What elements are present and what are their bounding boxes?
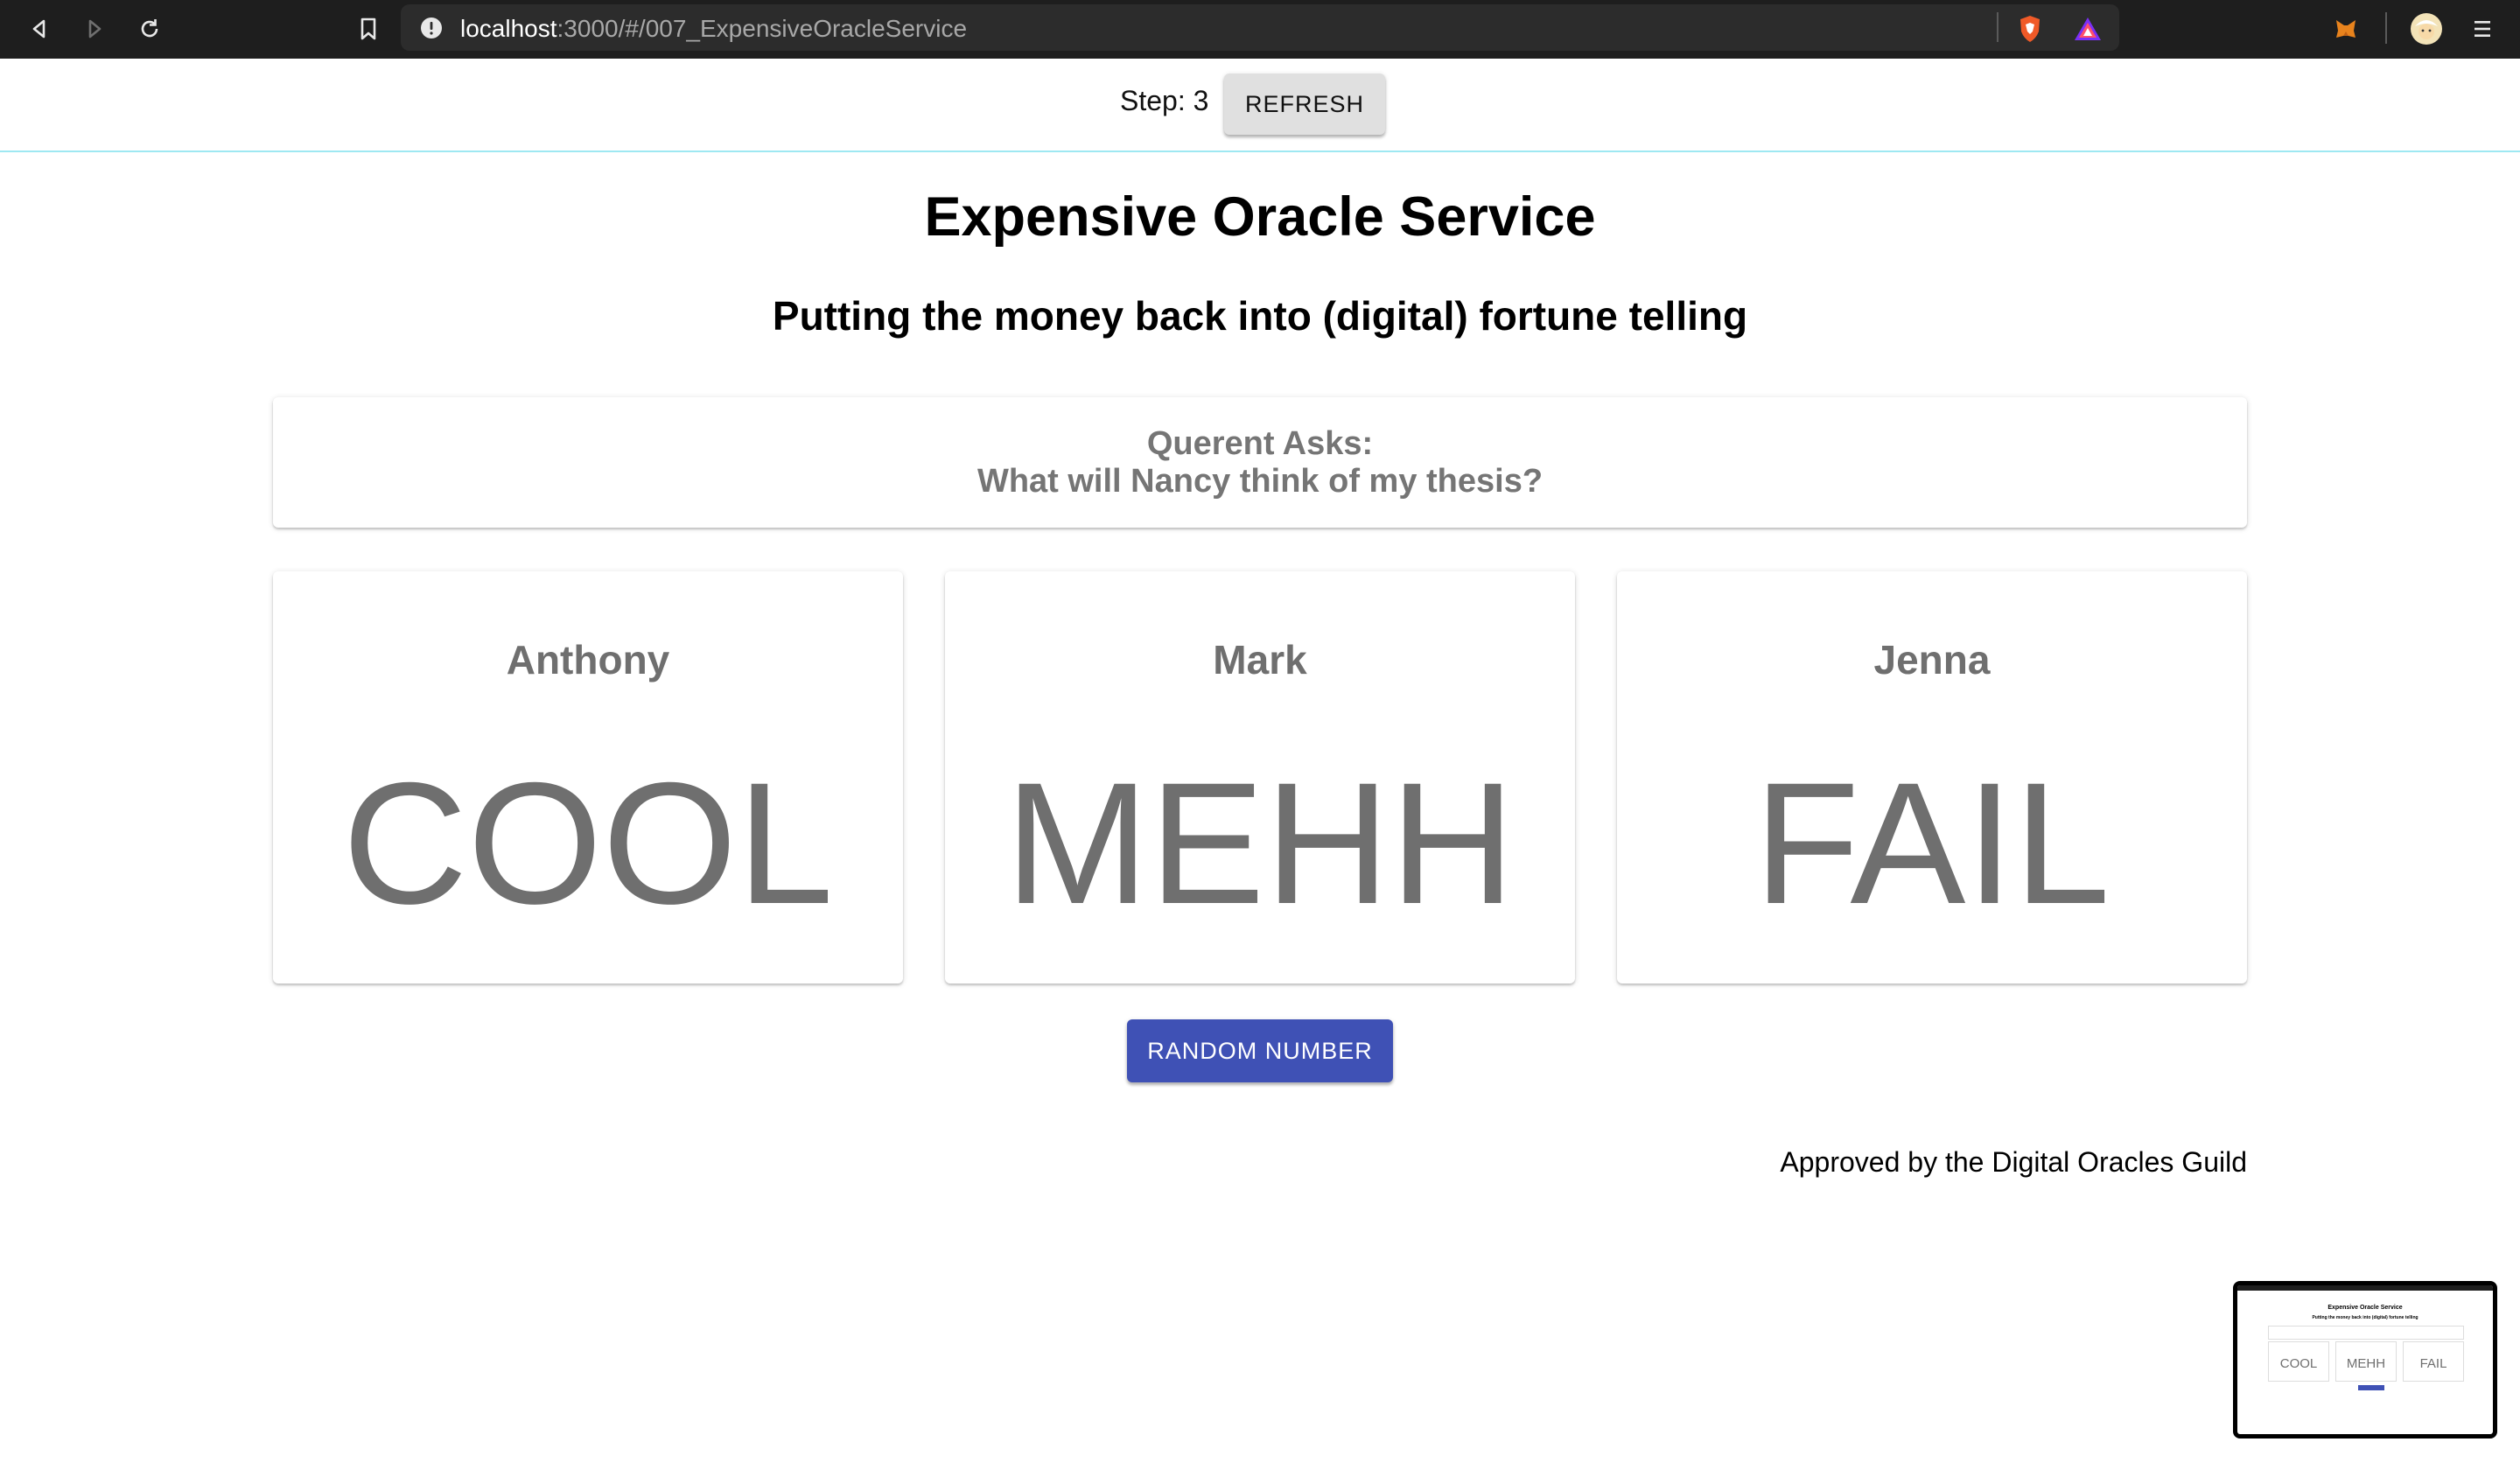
browser-toolbar: localhost:3000/#/007_ExpensiveOracleServ…	[0, 0, 2520, 59]
preview-subtitle: Putting the money back into (digital) fo…	[2312, 1315, 2418, 1320]
question-heading: Querent Asks:	[1146, 425, 1374, 462]
url-text[interactable]: localhost:3000/#/007_ExpensiveOracleServ…	[460, 15, 967, 43]
page-subtitle: Putting the money back into (digital) fo…	[772, 293, 1748, 339]
preview-oracle-card: COOL	[2268, 1341, 2329, 1382]
preview-oracle-card: FAIL	[2403, 1341, 2464, 1382]
preview-oracle-card: MEHH	[2335, 1341, 2397, 1382]
site-info-icon[interactable]	[420, 17, 443, 44]
oracle-answer: COOL	[342, 746, 834, 940]
toolbar-divider	[1997, 12, 1998, 42]
brave-shields-icon[interactable]	[2010, 9, 2050, 49]
address-bar[interactable]: localhost:3000/#/007_ExpensiveOracleServ…	[401, 4, 2119, 51]
back-icon[interactable]	[19, 9, 60, 49]
url-host: localhost	[460, 15, 557, 42]
random-number-button[interactable]: RANDOM NUMBER	[1127, 1019, 1393, 1082]
preview-title: Expensive Oracle Service	[2328, 1305, 2403, 1311]
preview-oracle-answer: COOL	[2279, 1356, 2318, 1371]
step-app-bar: Step: 3 REFRESH	[0, 59, 2520, 152]
forward-icon[interactable]	[74, 9, 115, 49]
preview-question-card	[2268, 1326, 2464, 1340]
oracle-name: Jenna	[1873, 637, 1991, 682]
oracle-name: Anthony	[506, 637, 670, 682]
question-card: Querent Asks: What will Nancy think of m…	[273, 397, 2247, 528]
oracle-card-jenna: Jenna FAIL	[1617, 571, 2247, 984]
toolbar-divider-2	[2385, 12, 2387, 44]
approval-note: Approved by the Digital Oracles Guild	[1780, 1146, 2247, 1178]
screenshot-preview-thumbnail[interactable]: Expensive Oracle Service Putting the mon…	[2233, 1281, 2497, 1438]
oracle-card-mark: Mark MEHH	[945, 571, 1575, 984]
preview-toolbar	[2237, 1285, 2493, 1291]
oracle-answer: FAIL	[1754, 746, 2110, 940]
step-label: Step: 3	[1120, 85, 1209, 116]
bookmark-icon[interactable]	[348, 9, 388, 49]
preview-oracle-answer: MEHH	[2346, 1356, 2386, 1371]
brave-rewards-icon[interactable]	[2068, 9, 2108, 49]
page-title: Expensive Oracle Service	[924, 186, 1596, 248]
menu-icon[interactable]	[2462, 9, 2502, 49]
metamask-fox-icon[interactable]	[2326, 9, 2366, 49]
profile-avatar-icon[interactable]	[2406, 9, 2446, 49]
oracle-answer: MEHH	[1004, 746, 1516, 940]
preview-oracle-answer: FAIL	[2419, 1356, 2447, 1371]
oracle-card-anthony: Anthony COOL	[273, 571, 903, 984]
oracle-name: Mark	[1213, 637, 1307, 682]
url-path: :3000/#/007_ExpensiveOracleService	[556, 15, 968, 42]
refresh-button[interactable]: REFRESH	[1224, 74, 1385, 135]
preview-content: Expensive Oracle Service Putting the mon…	[2237, 1285, 2493, 1434]
question-text: What will Nancy think of my thesis?	[976, 463, 1544, 500]
reload-icon[interactable]	[130, 9, 170, 49]
preview-random-button	[2358, 1385, 2384, 1390]
